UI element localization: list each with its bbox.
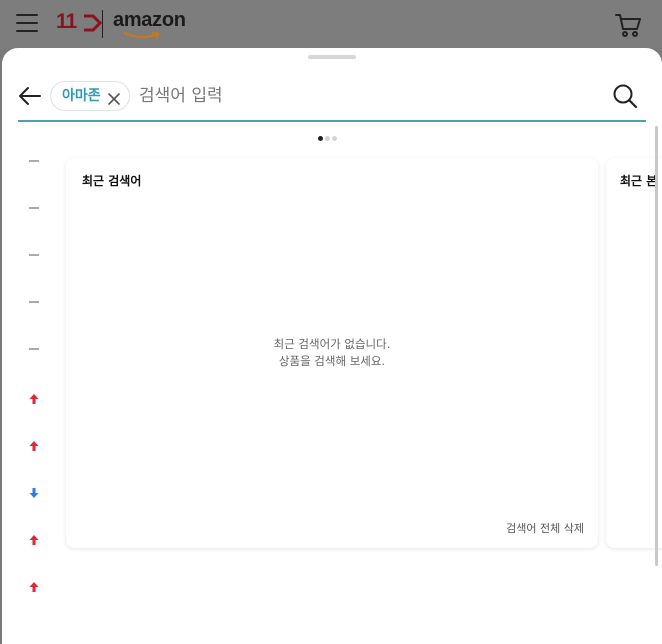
- sheet-drag-handle[interactable]: [308, 55, 356, 59]
- hamburger-icon[interactable]: [16, 14, 40, 34]
- rank-up-arrow-icon: [28, 390, 40, 404]
- empty-message-line-2: 상품을 검색해 보세요.: [278, 354, 386, 368]
- empty-message-line-1: 최근 검색어가 없습니다.: [273, 337, 391, 351]
- recent-search-empty-message: 최근 검색어가 없습니다. 상품을 검색해 보세요.: [66, 336, 598, 370]
- recent-viewed-card[interactable]: 최근 본: [606, 158, 662, 548]
- rank-same-icon: [28, 296, 40, 308]
- search-bar: 아마존: [18, 78, 646, 122]
- 11st-logo-arrow-icon: [84, 14, 102, 32]
- scrollbar[interactable]: [655, 126, 658, 566]
- rank-same-icon: [28, 202, 40, 214]
- cart-icon[interactable]: [614, 12, 642, 42]
- pager-dot[interactable]: [332, 136, 337, 141]
- back-arrow-icon[interactable]: [18, 86, 42, 106]
- popular-rank-trend-column: [2, 158, 60, 644]
- pager-dot[interactable]: [325, 136, 330, 141]
- rank-same-icon: [28, 343, 40, 355]
- rank-same-icon: [28, 249, 40, 261]
- rank-up-arrow-icon: [28, 578, 40, 592]
- pager-dot[interactable]: [318, 136, 323, 141]
- rank-up-arrow-icon: [28, 531, 40, 545]
- amazon-logo[interactable]: amazon: [113, 9, 186, 39]
- recent-search-title: 최근 검색어: [82, 174, 142, 188]
- rank-up-arrow-icon: [28, 437, 40, 451]
- search-scope-chip-label: 아마존: [62, 88, 101, 104]
- delete-all-searches-button[interactable]: 검색어 전체 삭제: [506, 520, 584, 536]
- search-input[interactable]: [139, 82, 559, 110]
- pager-dots: [318, 136, 339, 142]
- amazon-logo-text: amazon: [113, 9, 186, 31]
- rank-same-icon: [28, 155, 40, 167]
- app-header: 11 amazon: [0, 0, 662, 48]
- search-icon[interactable]: [612, 83, 638, 109]
- 11st-logo-text: 11: [56, 10, 77, 33]
- rank-down-arrow-icon: [28, 484, 40, 498]
- close-icon[interactable]: [107, 90, 120, 105]
- search-scope-chip[interactable]: 아마존: [50, 81, 130, 111]
- logo-divider: [102, 10, 103, 38]
- recent-search-card: 최근 검색어 최근 검색어가 없습니다. 상품을 검색해 보세요. 검색어 전체…: [66, 158, 598, 548]
- recent-viewed-title: 최근 본: [620, 174, 658, 188]
- 11st-logo[interactable]: 11: [56, 10, 102, 34]
- search-sheet: 아마존 최근 검색어 최근 검색어가 없습니다. 상품을 검색해 보세요. 검색…: [2, 48, 662, 644]
- amazon-smile-icon: [123, 31, 160, 39]
